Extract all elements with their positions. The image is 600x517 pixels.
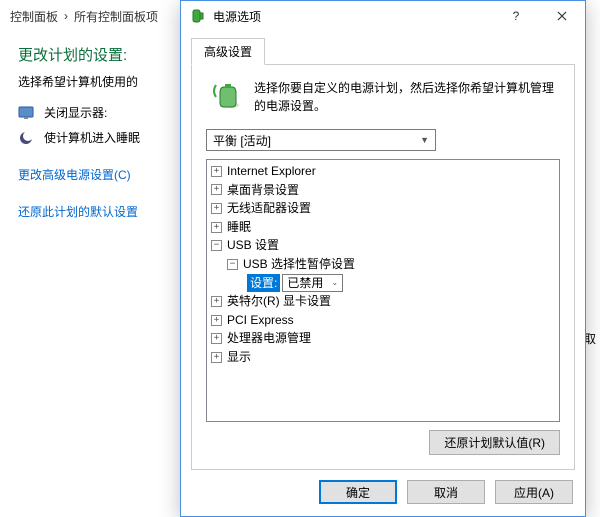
intro-text: 选择你要自定义的电源计划，然后选择你希望计算机管理的电源设置。 — [254, 79, 560, 115]
setting-value: 已禁用 — [287, 274, 323, 293]
setting-value-combo[interactable]: 已禁用 ⌄ — [282, 274, 343, 292]
monitor-icon — [18, 105, 34, 121]
titlebar: 电源选项 ? — [181, 1, 585, 31]
expand-icon[interactable]: + — [211, 333, 222, 344]
battery-icon — [206, 79, 242, 115]
tree-item-ie[interactable]: +Internet Explorer — [207, 162, 559, 181]
restore-row: 还原计划默认值(R) — [206, 422, 560, 455]
chevron-down-icon: ▼ — [420, 135, 429, 145]
monitor-label: 关闭显示器: — [44, 104, 107, 121]
plan-selector-value: 平衡 [活动] — [213, 132, 271, 149]
moon-icon — [18, 130, 34, 146]
power-options-dialog: 电源选项 ? 高级设置 选择你要自定义的电源计划，然后选择你希望计算机管理的电源… — [180, 0, 586, 517]
apply-button[interactable]: 应用(A) — [495, 480, 573, 504]
tab-advanced[interactable]: 高级设置 — [191, 38, 265, 65]
expand-icon[interactable]: + — [211, 222, 222, 233]
expand-icon[interactable]: + — [211, 203, 222, 214]
tree-item-display[interactable]: +显示 — [207, 348, 559, 367]
close-button[interactable] — [539, 1, 585, 31]
dialog-buttons: 确定 取消 应用(A) — [181, 480, 585, 516]
tree-item-intel-gpu[interactable]: +英特尔(R) 显卡设置 — [207, 292, 559, 311]
setting-label: 设置: — [247, 274, 280, 293]
sleep-label: 使计算机进入睡眠 — [44, 129, 140, 146]
tree-item-sleep[interactable]: +睡眠 — [207, 218, 559, 237]
tree-item-wireless[interactable]: +无线适配器设置 — [207, 199, 559, 218]
tree-item-cpu[interactable]: +处理器电源管理 — [207, 329, 559, 348]
restore-defaults-button[interactable]: 还原计划默认值(R) — [429, 430, 560, 455]
expand-icon[interactable]: + — [211, 296, 222, 307]
tree-item-setting[interactable]: 设置: 已禁用 ⌄ — [207, 274, 559, 293]
cancel-button[interactable]: 取消 — [407, 480, 485, 504]
tree-item-usb-suspend[interactable]: −USB 选择性暂停设置 — [207, 255, 559, 274]
plan-selector[interactable]: 平衡 [活动] ▼ — [206, 129, 436, 151]
expand-icon[interactable]: + — [211, 184, 222, 195]
collapse-icon[interactable]: − — [211, 240, 222, 251]
tab-strip: 高级设置 — [181, 31, 585, 64]
tree-item-pci[interactable]: +PCI Express — [207, 311, 559, 330]
chevron-down-icon: ⌄ — [331, 277, 338, 289]
expand-icon[interactable]: + — [211, 166, 222, 177]
intro: 选择你要自定义的电源计划，然后选择你希望计算机管理的电源设置。 — [206, 79, 560, 115]
power-icon — [189, 7, 207, 25]
tree-item-usb[interactable]: −USB 设置 — [207, 236, 559, 255]
chevron-right-icon: › — [64, 9, 68, 23]
breadcrumb-item[interactable]: 控制面板 — [10, 8, 58, 25]
ok-button[interactable]: 确定 — [319, 480, 397, 504]
close-icon — [557, 11, 567, 21]
collapse-icon[interactable]: − — [227, 259, 238, 270]
tab-panel: 选择你要自定义的电源计划，然后选择你希望计算机管理的电源设置。 平衡 [活动] … — [191, 64, 575, 470]
dialog-title: 电源选项 — [213, 8, 493, 25]
expand-icon[interactable]: + — [211, 315, 222, 326]
breadcrumb-item[interactable]: 所有控制面板项 — [74, 8, 158, 25]
help-button[interactable]: ? — [493, 1, 539, 31]
expand-icon[interactable]: + — [211, 352, 222, 363]
settings-tree[interactable]: +Internet Explorer +桌面背景设置 +无线适配器设置 +睡眠 … — [206, 159, 560, 422]
tree-item-desktop[interactable]: +桌面背景设置 — [207, 181, 559, 200]
